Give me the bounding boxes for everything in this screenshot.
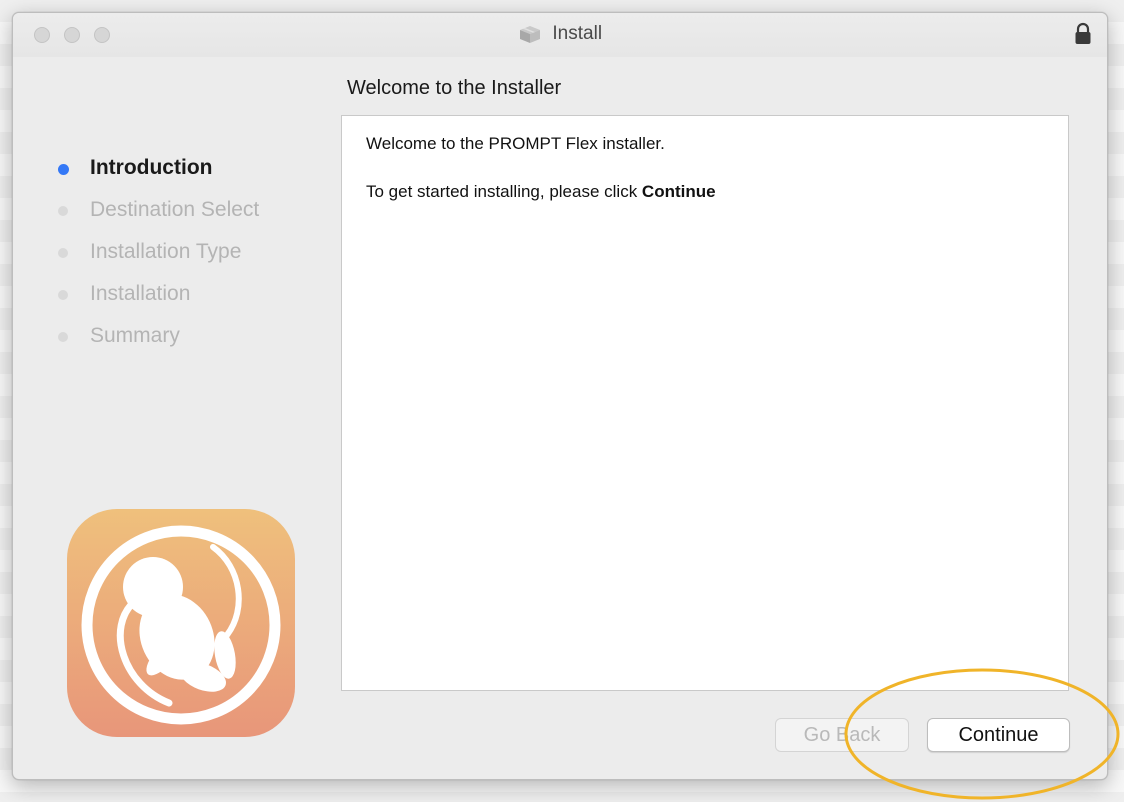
step-introduction: Introduction — [53, 155, 259, 197]
continue-button[interactable]: Continue — [927, 718, 1070, 752]
step-installation: Installation — [53, 281, 259, 323]
instruction-bold-text: Continue — [641, 182, 716, 201]
window-title-group: Install — [13, 23, 1107, 47]
instruction-message: To get started installing, please click … — [366, 182, 716, 202]
step-installation-type: Installation Type — [53, 239, 259, 281]
step-indicator — [58, 290, 68, 300]
step-label: Summary — [90, 324, 180, 347]
step-label: Installation Type — [90, 240, 242, 263]
step-summary: Summary — [53, 323, 259, 365]
step-indicator — [58, 248, 68, 258]
lock-icon[interactable] — [1073, 22, 1093, 46]
step-label: Destination Select — [90, 198, 260, 221]
go-back-button[interactable]: Go Back — [775, 718, 909, 752]
step-indicator — [58, 332, 68, 342]
step-label: Installation — [90, 282, 191, 305]
step-destination-select: Destination Select — [53, 197, 259, 239]
fetus-app-icon — [67, 509, 295, 737]
package-box-icon — [519, 26, 540, 43]
welcome-message: Welcome to the PROMPT Flex installer. — [366, 134, 665, 153]
content-panel: Welcome to the PROMPT Flex installer. To… — [341, 115, 1069, 691]
step-indicator-active — [58, 164, 69, 175]
page-heading: Welcome to the Installer — [347, 77, 562, 99]
title-bar[interactable]: Install — [13, 13, 1107, 57]
step-indicator — [58, 206, 68, 216]
step-label: Introduction — [90, 156, 213, 179]
window-title: Install — [552, 23, 603, 44]
instruction-text: To get started installing, please click — [366, 182, 642, 201]
installer-steps: Introduction Destination Select Installa… — [53, 155, 259, 365]
installer-window: Install Welcome to the Installer Introdu… — [12, 12, 1108, 780]
